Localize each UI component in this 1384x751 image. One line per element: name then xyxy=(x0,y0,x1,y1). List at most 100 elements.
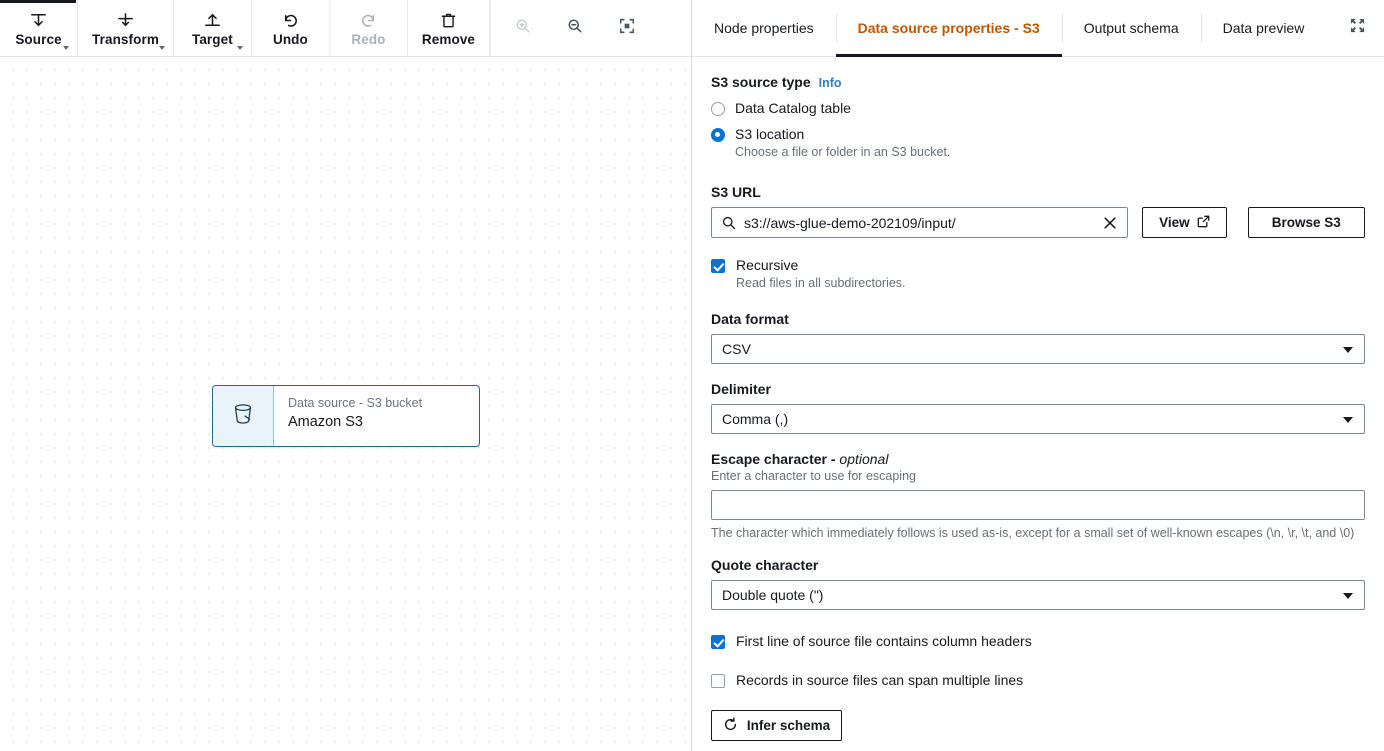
toolbar-transform-button[interactable]: Transform xyxy=(78,0,174,56)
radio-button-checked[interactable] xyxy=(711,128,725,142)
tab-node-properties[interactable]: Node properties xyxy=(692,0,836,56)
expand-panel-button[interactable] xyxy=(1330,0,1384,56)
search-icon xyxy=(721,215,737,236)
radio-button-unchecked[interactable] xyxy=(711,102,725,116)
radio-data-catalog-table[interactable]: Data Catalog table xyxy=(711,99,1365,118)
delimiter-value: Comma (,) xyxy=(722,411,789,427)
glue-studio-window: Source Transform Target Undo Redo Remove… xyxy=(0,0,1384,751)
clear-icon[interactable] xyxy=(1102,215,1118,236)
escape-character-input[interactable] xyxy=(711,490,1365,520)
chevron-down-icon[interactable] xyxy=(236,46,243,50)
chevron-down-icon[interactable] xyxy=(158,46,165,50)
data-format-group: Data format CSV xyxy=(711,310,1365,364)
undo-icon xyxy=(281,10,300,31)
chevron-down-icon xyxy=(1343,347,1353,353)
toolbar-remove-label: Remove xyxy=(421,32,476,47)
escape-character-optional-tag: optional xyxy=(839,451,889,467)
multiline-records-row[interactable]: Records in source files can span multipl… xyxy=(711,671,1365,690)
data-source-properties-form: S3 source type Info Data Catalog table S3… xyxy=(692,57,1384,751)
s3-source-type-label-row: S3 source type Info xyxy=(711,73,1365,92)
zoom-out-button[interactable] xyxy=(549,0,601,56)
transform-icon xyxy=(116,10,135,31)
quote-character-group: Quote character Double quote (") xyxy=(711,556,1365,610)
trash-icon xyxy=(439,10,458,31)
escape-character-group: Escape character - optional Enter a char… xyxy=(711,450,1365,542)
toolbar-target-button[interactable]: Target xyxy=(174,0,252,56)
view-button[interactable]: View xyxy=(1142,207,1227,238)
multiline-records-label: Records in source files can span multipl… xyxy=(736,672,1024,688)
delimiter-select[interactable]: Comma (,) xyxy=(711,404,1365,434)
recursive-checkbox-row[interactable]: Recursive Read files in all subdirectori… xyxy=(711,256,1365,292)
data-format-value: CSV xyxy=(722,341,751,357)
chevron-down-icon[interactable] xyxy=(63,46,69,50)
radio-text: Data Catalog table xyxy=(735,99,851,118)
fit-screen-button[interactable] xyxy=(601,0,653,56)
quote-character-select[interactable]: Double quote (") xyxy=(711,580,1365,610)
infer-schema-label: Infer schema xyxy=(746,718,831,733)
radio-s3-location-description: Choose a file or folder in an S3 bucket. xyxy=(735,145,951,159)
zoom-in-button[interactable] xyxy=(497,0,549,56)
s3-source-type-group: S3 source type Info Data Catalog table S3… xyxy=(711,73,1365,161)
toolbar-remove-button[interactable]: Remove xyxy=(408,0,491,56)
canvas-node-amazon-s3[interactable]: Data source - S3 bucket Amazon S3 xyxy=(212,385,480,447)
toolbar-target-label: Target xyxy=(191,32,233,47)
redo-icon xyxy=(359,10,378,31)
toolbar-undo-button[interactable]: Undo xyxy=(252,0,330,56)
s3-url-input[interactable]: s3://aws-glue-demo-202109/input/ xyxy=(711,207,1129,238)
s3-url-group: S3 URL s3://aws-glue-demo-202109/input/ xyxy=(711,183,1365,238)
radio-text: S3 location Choose a file or folder in a… xyxy=(735,125,950,161)
source-icon xyxy=(29,10,48,31)
s3-url-label: S3 URL xyxy=(711,184,761,200)
infer-schema-button[interactable]: Infer schema xyxy=(711,710,842,741)
canvas-pane: Source Transform Target Undo Redo Remove… xyxy=(0,0,691,751)
target-icon xyxy=(203,10,222,31)
node-subtitle: Data source - S3 bucket xyxy=(288,396,423,410)
node-icon-container xyxy=(213,386,274,446)
escape-character-hint: The character which immediately follows … xyxy=(711,526,1355,540)
toolbar-transform-label: Transform xyxy=(92,32,159,47)
info-link[interactable]: Info xyxy=(819,76,842,90)
toolbar-undo-label: Undo xyxy=(272,32,308,47)
delimiter-group: Delimiter Comma (,) xyxy=(711,380,1365,434)
canvas-toolbar: Source Transform Target Undo Redo Remove xyxy=(0,0,691,57)
recursive-label: Recursive xyxy=(736,257,799,273)
first-line-headers-row[interactable]: First line of source file contains colum… xyxy=(711,632,1365,651)
escape-character-description: Enter a character to use for escaping xyxy=(711,469,916,483)
radio-data-catalog-table-label: Data Catalog table xyxy=(735,100,851,116)
toolbar-source-label: Source xyxy=(15,32,62,47)
radio-s3-location-label: S3 location xyxy=(735,126,805,142)
fit-screen-icon xyxy=(618,17,636,40)
chevron-down-icon xyxy=(1343,417,1353,423)
toolbar-redo-label: Redo xyxy=(351,32,386,47)
escape-character-label-row: Escape character - optional xyxy=(711,450,1365,468)
tab-output-schema[interactable]: Output schema xyxy=(1061,0,1201,56)
multiline-records-checkbox[interactable] xyxy=(711,674,725,688)
delimiter-label: Delimiter xyxy=(711,381,771,397)
expand-icon xyxy=(1350,18,1365,38)
s3-source-type-label: S3 source type xyxy=(711,74,811,90)
quote-character-value: Double quote (") xyxy=(722,587,824,603)
properties-pane: Node properties Data source properties -… xyxy=(692,0,1384,751)
tab-data-preview[interactable]: Data preview xyxy=(1200,0,1327,56)
toolbar-source-button[interactable]: Source xyxy=(0,0,78,56)
first-line-headers-label: First line of source file contains colum… xyxy=(736,633,1032,649)
zoom-in-icon xyxy=(514,17,532,40)
chevron-down-icon xyxy=(1343,593,1353,599)
data-format-select[interactable]: CSV xyxy=(711,334,1365,364)
s3-url-row: s3://aws-glue-demo-202109/input/ View Br… xyxy=(711,207,1365,238)
first-line-headers-checkbox[interactable] xyxy=(711,635,725,649)
properties-tabbar: Node properties Data source properties -… xyxy=(692,0,1384,57)
zoom-controls xyxy=(490,0,659,56)
escape-character-label: Escape character - xyxy=(711,451,840,467)
radio-s3-location[interactable]: S3 location Choose a file or folder in a… xyxy=(711,125,1365,161)
toolbar-redo-button[interactable]: Redo xyxy=(330,0,408,56)
node-title: Amazon S3 xyxy=(288,414,363,430)
recursive-description: Read files in all subdirectories. xyxy=(736,276,906,290)
browse-s3-button[interactable]: Browse S3 xyxy=(1247,207,1365,238)
job-canvas[interactable]: Data source - S3 bucket Amazon S3 xyxy=(0,57,691,751)
recursive-checkbox[interactable] xyxy=(711,259,725,273)
tab-data-source-properties-s3[interactable]: Data source properties - S3 xyxy=(835,0,1062,57)
data-format-label: Data format xyxy=(711,311,789,327)
recursive-text: Recursive Read files in all subdirectori… xyxy=(736,256,906,292)
view-button-label: View xyxy=(1159,215,1190,230)
